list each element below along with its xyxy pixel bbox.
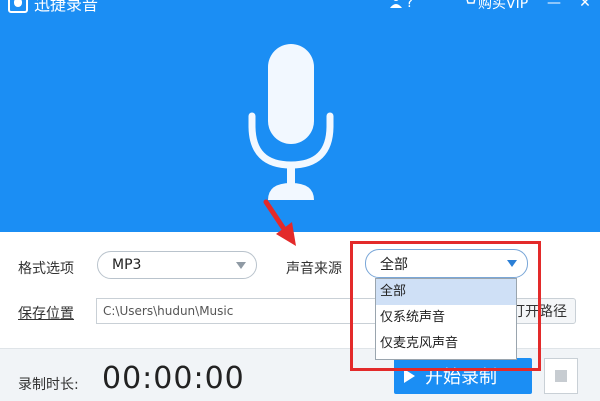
play-icon: [404, 369, 415, 383]
duration-timer: 00:00:00: [102, 361, 245, 396]
window-controls: ? 购买VIP — ✕: [390, 0, 600, 14]
format-select[interactable]: MP3: [97, 251, 257, 279]
buy-vip-link[interactable]: 购买VIP: [478, 0, 538, 13]
source-label: 声音来源: [286, 261, 342, 277]
stop-button[interactable]: [544, 358, 578, 394]
close-button[interactable]: ✕: [570, 0, 600, 11]
app-title-bar: 迅捷录音: [8, 0, 98, 15]
minimize-button[interactable]: —: [538, 0, 570, 11]
app-title: 迅捷录音: [34, 0, 99, 14]
format-value: MP3: [112, 257, 142, 273]
cart-icon: [464, 0, 478, 11]
chevron-down-icon: [236, 261, 246, 269]
microphone-icon: [248, 44, 334, 200]
format-label: 格式选项: [18, 261, 74, 277]
duration-label: 录制时长:: [18, 377, 79, 393]
stop-icon: [555, 370, 567, 382]
save-location-label: 保存位置: [18, 306, 74, 322]
user-icon[interactable]: [390, 0, 406, 12]
highlight-box: [350, 241, 541, 371]
app-logo-icon: [8, 0, 28, 13]
help-button[interactable]: ?: [406, 0, 464, 11]
pointer-arrow-icon: [263, 199, 296, 246]
